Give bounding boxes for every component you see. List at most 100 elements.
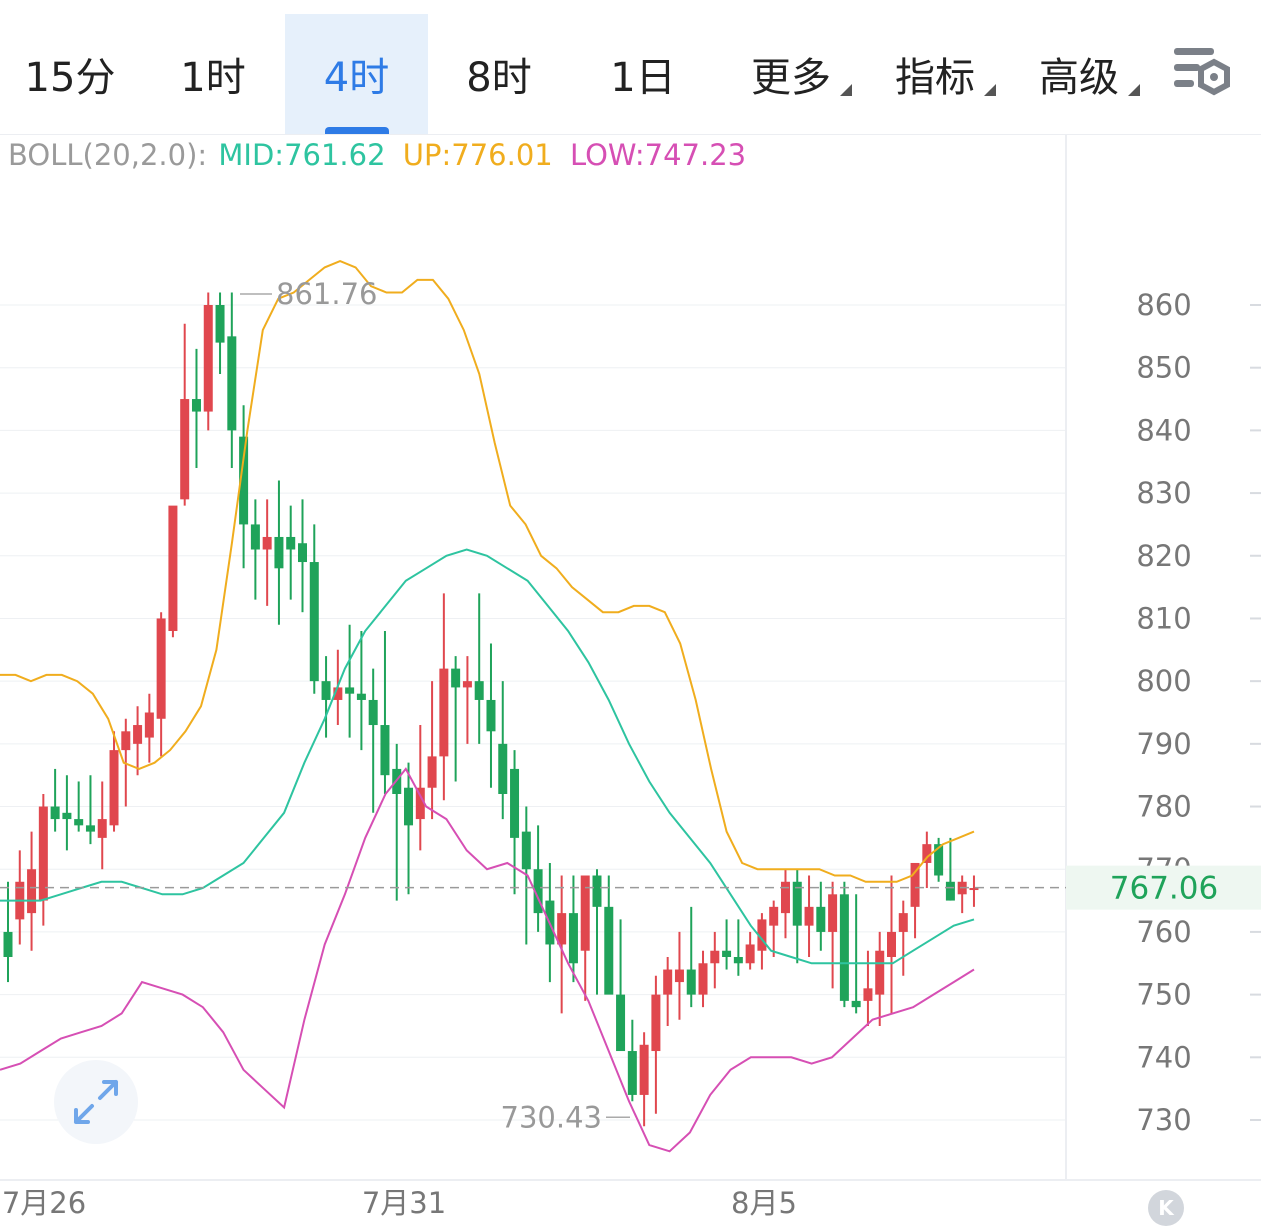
- candle-body: [498, 743, 508, 794]
- candle-body: [27, 869, 37, 914]
- candle-body: [62, 812, 72, 820]
- candle-body: [887, 931, 896, 957]
- candle-body: [298, 543, 307, 563]
- tab-label: 指标: [895, 55, 975, 101]
- y-tick-label: 840: [1136, 413, 1191, 447]
- candle-body: [144, 712, 154, 738]
- tab-label: 15分: [24, 55, 116, 101]
- candlestick-chart[interactable]: 7307407507607707807908008108208308408508…: [0, 134, 1261, 1227]
- current-price-label: 767.06: [1110, 871, 1218, 907]
- tab-1h[interactable]: 1时: [142, 14, 284, 134]
- candle-body: [439, 668, 449, 757]
- candle-body: [215, 305, 225, 343]
- y-tick-label: 780: [1136, 790, 1191, 824]
- candle-body: [698, 963, 708, 995]
- candle-body: [191, 399, 201, 412]
- candle-body: [875, 950, 885, 995]
- high-price-label: 861.76: [276, 277, 377, 311]
- candle-body: [816, 906, 826, 932]
- candle-body: [356, 693, 366, 700]
- tab-4h[interactable]: 4时: [285, 14, 428, 134]
- y-tick-label: 800: [1136, 664, 1191, 698]
- low-price-label: 730.43: [501, 1100, 602, 1134]
- candle-body: [863, 988, 873, 1001]
- candle-body: [592, 875, 602, 907]
- candle-body: [568, 913, 578, 964]
- candle-body: [745, 944, 755, 964]
- y-tick-label: 830: [1136, 476, 1191, 510]
- candle-body: [851, 1000, 861, 1008]
- expand-button[interactable]: [54, 1060, 138, 1144]
- y-tick-label: 850: [1136, 351, 1191, 385]
- candle-body: [203, 305, 213, 412]
- candle-body: [557, 913, 567, 945]
- candle-body: [945, 881, 955, 901]
- tab-label: 8时: [466, 55, 532, 101]
- y-tick-label: 860: [1136, 288, 1191, 322]
- candle-body: [168, 505, 178, 631]
- candle-body: [309, 562, 319, 682]
- candle-body: [486, 699, 496, 732]
- candle-body: [651, 994, 661, 1052]
- candle-body: [133, 725, 143, 744]
- tab-label: 1日: [610, 55, 676, 101]
- candle-body: [769, 906, 779, 926]
- candle-body: [686, 969, 696, 995]
- candle-body: [663, 969, 673, 995]
- candle-body: [451, 668, 461, 688]
- chart-settings-icon[interactable]: [1170, 44, 1234, 102]
- candle-body: [321, 681, 331, 700]
- candle-body: [804, 906, 814, 926]
- candle-body: [616, 994, 626, 1052]
- candle-body: [3, 931, 13, 957]
- active-tab-indicator: [324, 127, 389, 134]
- candle-body: [156, 618, 166, 719]
- dropdown-caret-icon: [984, 84, 996, 96]
- candle-body: [345, 687, 355, 694]
- candle-body: [227, 336, 237, 431]
- candle-body: [368, 699, 378, 726]
- dropdown-caret-icon: [840, 84, 852, 96]
- y-tick-label: 730: [1136, 1103, 1191, 1137]
- candle-body: [180, 399, 190, 500]
- candle-body: [521, 831, 531, 870]
- candle-body: [97, 819, 107, 838]
- candle-body: [510, 768, 520, 838]
- candle-body: [404, 787, 414, 826]
- candle-body: [121, 731, 131, 751]
- candle-body: [639, 1044, 649, 1095]
- candle-body: [780, 881, 790, 914]
- candle-body: [733, 957, 743, 964]
- candle-body: [74, 819, 84, 826]
- tab-label: 高级: [1039, 55, 1119, 101]
- expand-arrows-icon: [74, 1080, 118, 1124]
- candle-body: [722, 950, 732, 957]
- boll-mid-line: [0, 548, 975, 965]
- candle-body: [250, 524, 260, 550]
- k-icon[interactable]: K: [1148, 1190, 1184, 1226]
- candle-body: [898, 913, 908, 932]
- y-tick-label: 810: [1136, 601, 1191, 635]
- candle-body: [85, 825, 95, 832]
- timeframe-tab-bar: 15分 1时 4时 8时 1日 更多 指标 高级: [0, 0, 1261, 135]
- tab-15min[interactable]: 15分: [0, 14, 140, 134]
- y-tick-label: 790: [1136, 727, 1191, 761]
- candle-body: [580, 875, 590, 951]
- tab-label: 4时: [323, 55, 390, 101]
- x-tick-label: 8月5: [731, 1186, 797, 1220]
- candle-body: [50, 806, 60, 820]
- candle-body: [38, 806, 48, 901]
- candle-body: [839, 894, 849, 1001]
- candle-body: [262, 536, 272, 550]
- tab-advanced[interactable]: 高级: [1012, 14, 1146, 134]
- tab-8h[interactable]: 8时: [428, 14, 570, 134]
- candle-body: [604, 906, 614, 995]
- candle-body: [274, 536, 284, 569]
- tab-label: 更多: [751, 55, 831, 101]
- candle-body: [710, 950, 720, 964]
- candle-body: [474, 681, 484, 700]
- tab-more[interactable]: 更多: [724, 14, 858, 134]
- tab-indicators[interactable]: 指标: [868, 14, 1002, 134]
- tab-1d[interactable]: 1日: [572, 14, 714, 134]
- candle-body: [627, 1051, 637, 1095]
